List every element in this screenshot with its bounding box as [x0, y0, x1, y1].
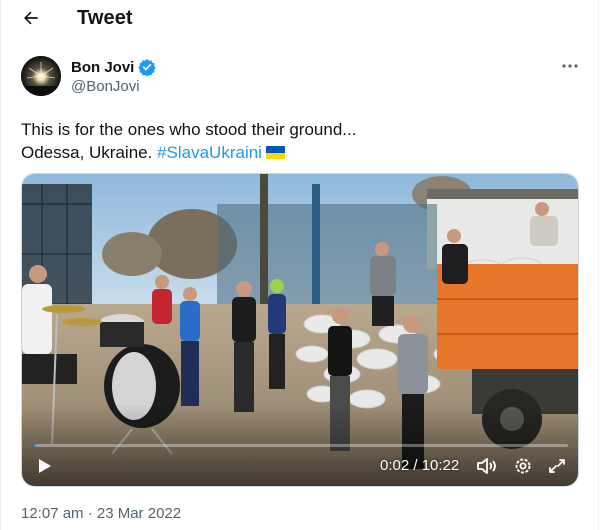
tweet-text: This is for the ones who stood their gro… — [21, 118, 581, 164]
tweet-text-line-1: This is for the ones who stood their gro… — [21, 120, 357, 139]
video-player[interactable]: 0:02 / 10:22 — [21, 173, 579, 487]
verified-badge-icon — [138, 59, 157, 76]
page-header: Tweet — [1, 0, 600, 38]
volume-icon[interactable] — [476, 456, 498, 476]
tweet-text-line-2: Odessa, Ukraine. #SlavaUkraini — [21, 141, 581, 164]
tweet-page: Tweet Bon Jovi @BonJovi This is for the … — [0, 0, 599, 530]
video-time: 0:02 / 10:22 — [380, 457, 460, 474]
tweet-location-text: Odessa, Ukraine. — [21, 143, 153, 162]
author-display-name[interactable]: Bon Jovi — [71, 59, 134, 76]
arrow-left-icon — [24, 11, 38, 25]
video-progress-fill — [34, 444, 36, 447]
avatar[interactable] — [21, 56, 61, 96]
avatar-image — [21, 56, 61, 96]
video-controls: 0:02 / 10:22 — [22, 444, 578, 486]
more-horizontal-icon — [562, 64, 578, 68]
page-title: Tweet — [77, 7, 133, 29]
settings-icon[interactable] — [512, 456, 534, 476]
play-icon[interactable] — [34, 456, 54, 476]
more-options-button[interactable] — [559, 58, 581, 74]
video-progress-bar[interactable] — [34, 444, 568, 447]
video-frame-image — [22, 174, 578, 486]
hashtag-link[interactable]: #SlavaUkraini — [157, 143, 262, 162]
back-button[interactable] — [19, 6, 43, 30]
author-handle[interactable]: @BonJovi — [71, 78, 140, 95]
fullscreen-icon[interactable] — [546, 456, 568, 476]
ukraine-flag-icon — [265, 146, 285, 159]
tweet-timestamp[interactable]: 12:07 am · 23 Mar 2022 — [21, 505, 181, 522]
author-name-row[interactable]: Bon Jovi — [71, 58, 157, 76]
